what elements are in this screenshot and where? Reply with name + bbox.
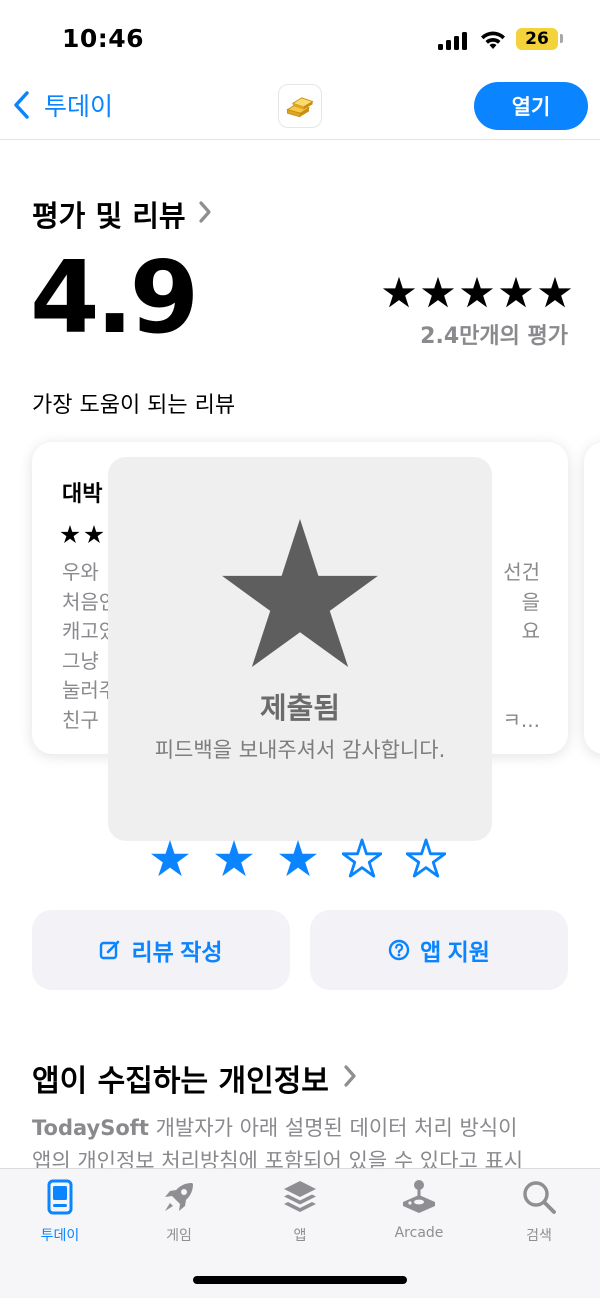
rate-star-empty-icon[interactable]	[342, 838, 382, 878]
average-rating: 4.9	[30, 239, 199, 356]
privacy-section-title: 앱이 수집하는 개인정보	[32, 1064, 329, 1099]
wifi-icon	[481, 31, 505, 49]
app-support-button[interactable]: 앱 지원	[310, 910, 568, 990]
filled-star-icon	[499, 276, 533, 308]
review-line-start: 친구	[62, 707, 99, 732]
cellular-signal-icon	[438, 32, 468, 50]
ratings-section-title: 평가 및 리뷰	[32, 199, 186, 233]
tab-search[interactable]: 검색	[489, 1177, 589, 1257]
review-line-end: 을	[521, 589, 540, 614]
filled-star-icon	[460, 276, 494, 308]
battery-tip	[560, 34, 563, 43]
most-helpful-heading: 가장 도움이 되는 리뷰	[32, 393, 236, 418]
submitted-message: 피드백을 보내주셔서 감사합니다.	[154, 738, 446, 762]
search-icon	[523, 1181, 556, 1214]
review-line-start: 우와	[62, 560, 99, 584]
submitted-overlay: 제출됨 피드백을 보내주셔서 감사합니다.	[108, 457, 492, 841]
status-time: 10:46	[62, 24, 145, 53]
tab-today[interactable]: 투데이	[10, 1177, 110, 1257]
compose-icon	[100, 940, 120, 960]
filled-star-icon	[84, 525, 104, 544]
rate-star-filled-icon[interactable]	[278, 838, 318, 878]
review-line-end: 선건	[503, 560, 540, 584]
open-button[interactable]: 열기	[474, 82, 588, 130]
back-button[interactable]: 투데이	[12, 88, 113, 122]
review-stars	[60, 524, 104, 544]
gold-bars-icon	[286, 97, 314, 118]
app-icon	[278, 84, 322, 128]
rocket-icon	[165, 1183, 193, 1211]
ratings-section-header[interactable]: 평가 및 리뷰	[32, 193, 212, 235]
battery-icon: 26	[516, 28, 558, 50]
tab-label: 게임	[166, 1228, 192, 1244]
submitted-title: 제출됨	[259, 691, 341, 725]
filled-star-icon	[421, 276, 455, 308]
filled-star-icon	[382, 276, 416, 308]
review-line-end: 요	[521, 619, 540, 643]
tap-to-rate[interactable]	[150, 838, 446, 878]
app-support-label: 앱 지원	[420, 939, 490, 965]
average-rating-stars	[382, 275, 572, 311]
joystick-icon	[403, 1180, 435, 1213]
tab-label: 앱	[293, 1228, 307, 1244]
review-line-end: ㅋ...	[502, 707, 540, 732]
tab-apps[interactable]: 앱	[250, 1177, 350, 1257]
question-circle-icon	[388, 939, 410, 961]
tab-label: Arcade	[394, 1225, 444, 1241]
privacy-text-line1: 개발자가 아래 설명된 데이터 처리 방식이	[148, 1116, 518, 1140]
rate-star-filled-icon[interactable]	[150, 838, 190, 878]
privacy-section-header[interactable]: 앱이 수집하는 개인정보	[32, 1056, 357, 1100]
status-bar: 10:46 26	[0, 0, 600, 80]
write-review-label: 리뷰 작성	[131, 939, 223, 965]
developer-link[interactable]: TodaySoft	[32, 1116, 149, 1140]
chevron-right-icon	[198, 197, 212, 231]
chevron-right-icon	[343, 1061, 357, 1096]
chevron-left-icon	[14, 91, 29, 119]
today-icon	[47, 1179, 73, 1215]
star-icon	[222, 519, 378, 667]
rating-count: 2.4만개의 평가	[420, 324, 568, 349]
tab-arcade[interactable]: Arcade	[369, 1177, 469, 1257]
tab-label: 검색	[526, 1228, 552, 1244]
back-label: 투데이	[44, 92, 114, 121]
filled-star-icon	[60, 525, 80, 544]
rate-star-filled-icon[interactable]	[214, 838, 254, 878]
tab-games[interactable]: 게임	[129, 1177, 229, 1257]
navigation-bar: 투데이 열기	[0, 76, 600, 140]
next-review-card[interactable]	[584, 442, 600, 754]
rate-star-empty-icon[interactable]	[406, 838, 446, 878]
review-title: 대박	[62, 482, 103, 507]
filled-star-icon	[538, 276, 572, 308]
review-line-start: 그냥	[62, 648, 99, 673]
write-review-button[interactable]: 리뷰 작성	[32, 910, 290, 990]
home-indicator	[193, 1276, 407, 1284]
tab-label: 투데이	[40, 1228, 80, 1244]
apps-stack-icon	[284, 1181, 316, 1212]
